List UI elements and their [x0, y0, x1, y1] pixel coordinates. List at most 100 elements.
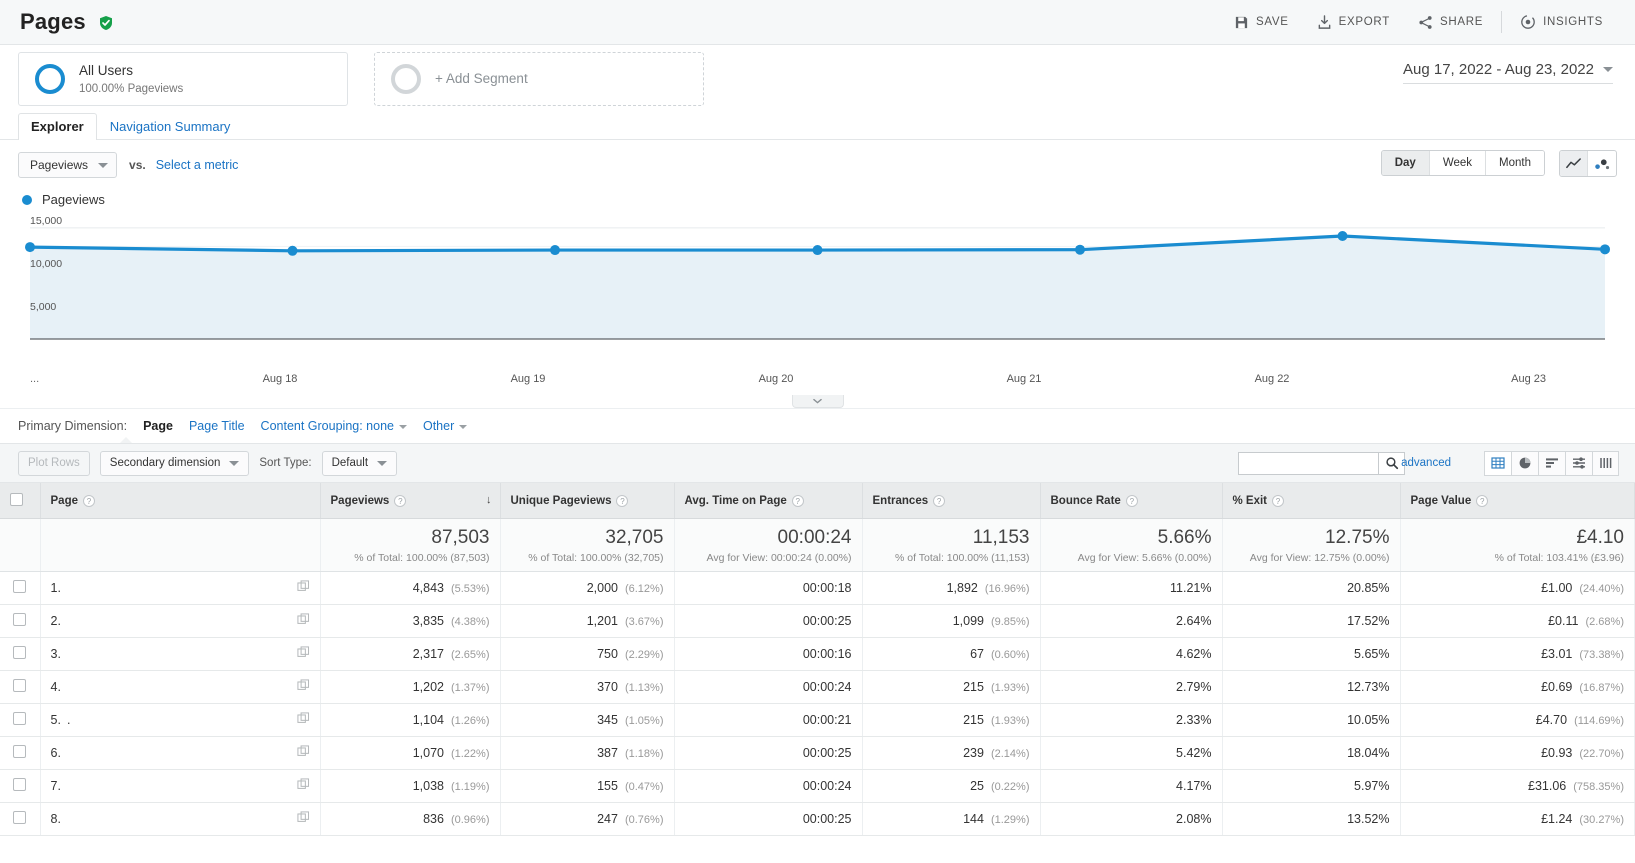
search-input[interactable]: [1238, 452, 1378, 475]
help-icon[interactable]: ?: [616, 495, 628, 507]
page-value-cell: £0.69(16.87%): [1400, 671, 1635, 704]
table-row[interactable]: 2. 3,835(4.38%) 1,201(3.67%) 00:00:25 1,…: [0, 605, 1635, 638]
help-icon[interactable]: ?: [933, 495, 945, 507]
column-header-entrances[interactable]: Entrances?: [862, 483, 1040, 519]
open-page-icon[interactable]: [297, 778, 310, 794]
other-dimensions-dropdown[interactable]: Other: [423, 419, 467, 433]
pie-chart-view-icon[interactable]: [1511, 451, 1538, 476]
row-checkbox[interactable]: [13, 679, 26, 692]
page-cell[interactable]: 3.: [40, 638, 320, 671]
table-row[interactable]: 8. 836(0.96%) 247(0.76%) 00:00:25 144(1.…: [0, 803, 1635, 836]
advanced-search-link[interactable]: advanced: [1401, 457, 1451, 469]
page-value-percent: (758.35%): [1573, 781, 1624, 793]
page-cell[interactable]: 5..: [40, 704, 320, 737]
unique-pageviews-cell: 387(1.18%): [500, 737, 674, 770]
table-row[interactable]: 4. 1,202(1.37%) 370(1.13%) 00:00:24 215(…: [0, 671, 1635, 704]
row-checkbox[interactable]: [13, 613, 26, 626]
page-cell[interactable]: 1.: [40, 572, 320, 605]
row-checkbox[interactable]: [13, 712, 26, 725]
help-icon[interactable]: ?: [394, 495, 406, 507]
page-cell[interactable]: 4.: [40, 671, 320, 704]
chart-point-4[interactable]: [1075, 245, 1085, 255]
row-checkbox[interactable]: [13, 811, 26, 824]
page-cell[interactable]: 2.: [40, 605, 320, 638]
open-page-icon[interactable]: [297, 712, 310, 728]
row-select-cell[interactable]: [0, 572, 40, 605]
row-checkbox[interactable]: [13, 646, 26, 659]
comparison-view-icon[interactable]: [1565, 451, 1592, 476]
help-icon[interactable]: ?: [1476, 495, 1488, 507]
sort-type-select[interactable]: Default: [322, 451, 397, 476]
plot-rows-button[interactable]: Plot Rows: [18, 451, 90, 476]
help-icon[interactable]: ?: [1126, 495, 1138, 507]
row-select-cell[interactable]: [0, 638, 40, 671]
chart-point-0[interactable]: [25, 242, 35, 252]
secondary-dimension-button[interactable]: Secondary dimension: [100, 451, 250, 476]
row-select-cell[interactable]: [0, 671, 40, 704]
primary-dimension-page[interactable]: Page: [143, 419, 173, 433]
page-cell[interactable]: 6.: [40, 737, 320, 770]
open-page-icon[interactable]: [297, 613, 310, 629]
metric-select[interactable]: Pageviews: [18, 152, 117, 178]
row-select-cell[interactable]: [0, 770, 40, 803]
chart-point-3[interactable]: [813, 245, 823, 255]
open-page-icon[interactable]: [297, 646, 310, 662]
open-page-icon[interactable]: [297, 811, 310, 827]
save-button[interactable]: SAVE: [1220, 15, 1303, 30]
chart-collapse-toggle[interactable]: [792, 395, 844, 408]
column-header-unique-pageviews[interactable]: Unique Pageviews?: [500, 483, 674, 519]
table-row[interactable]: 3. 2,317(2.65%) 750(2.29%) 00:00:16 67(0…: [0, 638, 1635, 671]
help-icon[interactable]: ?: [83, 495, 95, 507]
tab-explorer[interactable]: Explorer: [18, 113, 97, 140]
primary-dimension-page-title[interactable]: Page Title: [189, 419, 245, 433]
select-a-metric-link[interactable]: Select a metric: [156, 158, 239, 172]
add-segment-button[interactable]: + Add Segment: [374, 52, 704, 106]
bar-chart-view-icon[interactable]: [1538, 451, 1565, 476]
table-view-icon[interactable]: [1484, 451, 1511, 476]
open-page-icon[interactable]: [297, 580, 310, 596]
chart-point-6[interactable]: [1600, 244, 1610, 254]
chart-point-1[interactable]: [288, 246, 298, 256]
table-row[interactable]: 6. 1,070(1.22%) 387(1.18%) 00:00:25 239(…: [0, 737, 1635, 770]
column-header-avg-time-on-page[interactable]: Avg. Time on Page?: [674, 483, 862, 519]
page-cell[interactable]: 7.: [40, 770, 320, 803]
granularity-day[interactable]: Day: [1382, 151, 1430, 175]
column-header-bounce-rate[interactable]: Bounce Rate?: [1040, 483, 1222, 519]
select-all-checkbox[interactable]: [10, 493, 23, 506]
share-button[interactable]: SHARE: [1404, 15, 1497, 30]
table-row[interactable]: 5.. 1,104(1.26%) 345(1.05%) 00:00:21 215…: [0, 704, 1635, 737]
row-select-cell[interactable]: [0, 737, 40, 770]
insights-button[interactable]: INSIGHTS: [1506, 14, 1617, 30]
help-icon[interactable]: ?: [792, 495, 804, 507]
segment-all-users[interactable]: All Users 100.00% Pageviews: [18, 52, 348, 106]
row-checkbox[interactable]: [13, 580, 26, 593]
help-icon[interactable]: ?: [1272, 495, 1284, 507]
column-header-pageviews[interactable]: Pageviews? ↓: [320, 483, 500, 519]
granularity-month[interactable]: Month: [1486, 151, 1544, 175]
column-header-page-value[interactable]: Page Value?: [1400, 483, 1635, 519]
select-all-header[interactable]: [0, 483, 40, 519]
open-page-icon[interactable]: [297, 745, 310, 761]
pageviews-line-chart[interactable]: 15,000 10,000 5,000: [18, 213, 1617, 373]
row-checkbox[interactable]: [13, 745, 26, 758]
column-header-exit-percent[interactable]: % Exit?: [1222, 483, 1400, 519]
content-grouping-dropdown[interactable]: Content Grouping: none: [261, 419, 407, 433]
date-range-picker[interactable]: Aug 17, 2022 - Aug 23, 2022: [1403, 61, 1613, 84]
row-select-cell[interactable]: [0, 605, 40, 638]
export-button[interactable]: EXPORT: [1303, 15, 1404, 30]
chart-point-5[interactable]: [1338, 231, 1348, 241]
open-page-icon[interactable]: [297, 679, 310, 695]
table-row[interactable]: 7. 1,038(1.19%) 155(0.47%) 00:00:24 25(0…: [0, 770, 1635, 803]
granularity-week[interactable]: Week: [1430, 151, 1486, 175]
line-chart-icon[interactable]: [1560, 151, 1588, 176]
chart-point-2[interactable]: [550, 245, 560, 255]
row-checkbox[interactable]: [13, 778, 26, 791]
tab-navigation-summary[interactable]: Navigation Summary: [97, 113, 244, 140]
table-row[interactable]: 1. 4,843(5.53%) 2,000(6.12%) 00:00:18 1,…: [0, 572, 1635, 605]
row-select-cell[interactable]: [0, 803, 40, 836]
column-header-page[interactable]: Page?: [40, 483, 320, 519]
motion-chart-icon[interactable]: [1588, 151, 1616, 176]
pivot-view-icon[interactable]: [1592, 451, 1619, 476]
page-cell[interactable]: 8.: [40, 803, 320, 836]
row-select-cell[interactable]: [0, 704, 40, 737]
